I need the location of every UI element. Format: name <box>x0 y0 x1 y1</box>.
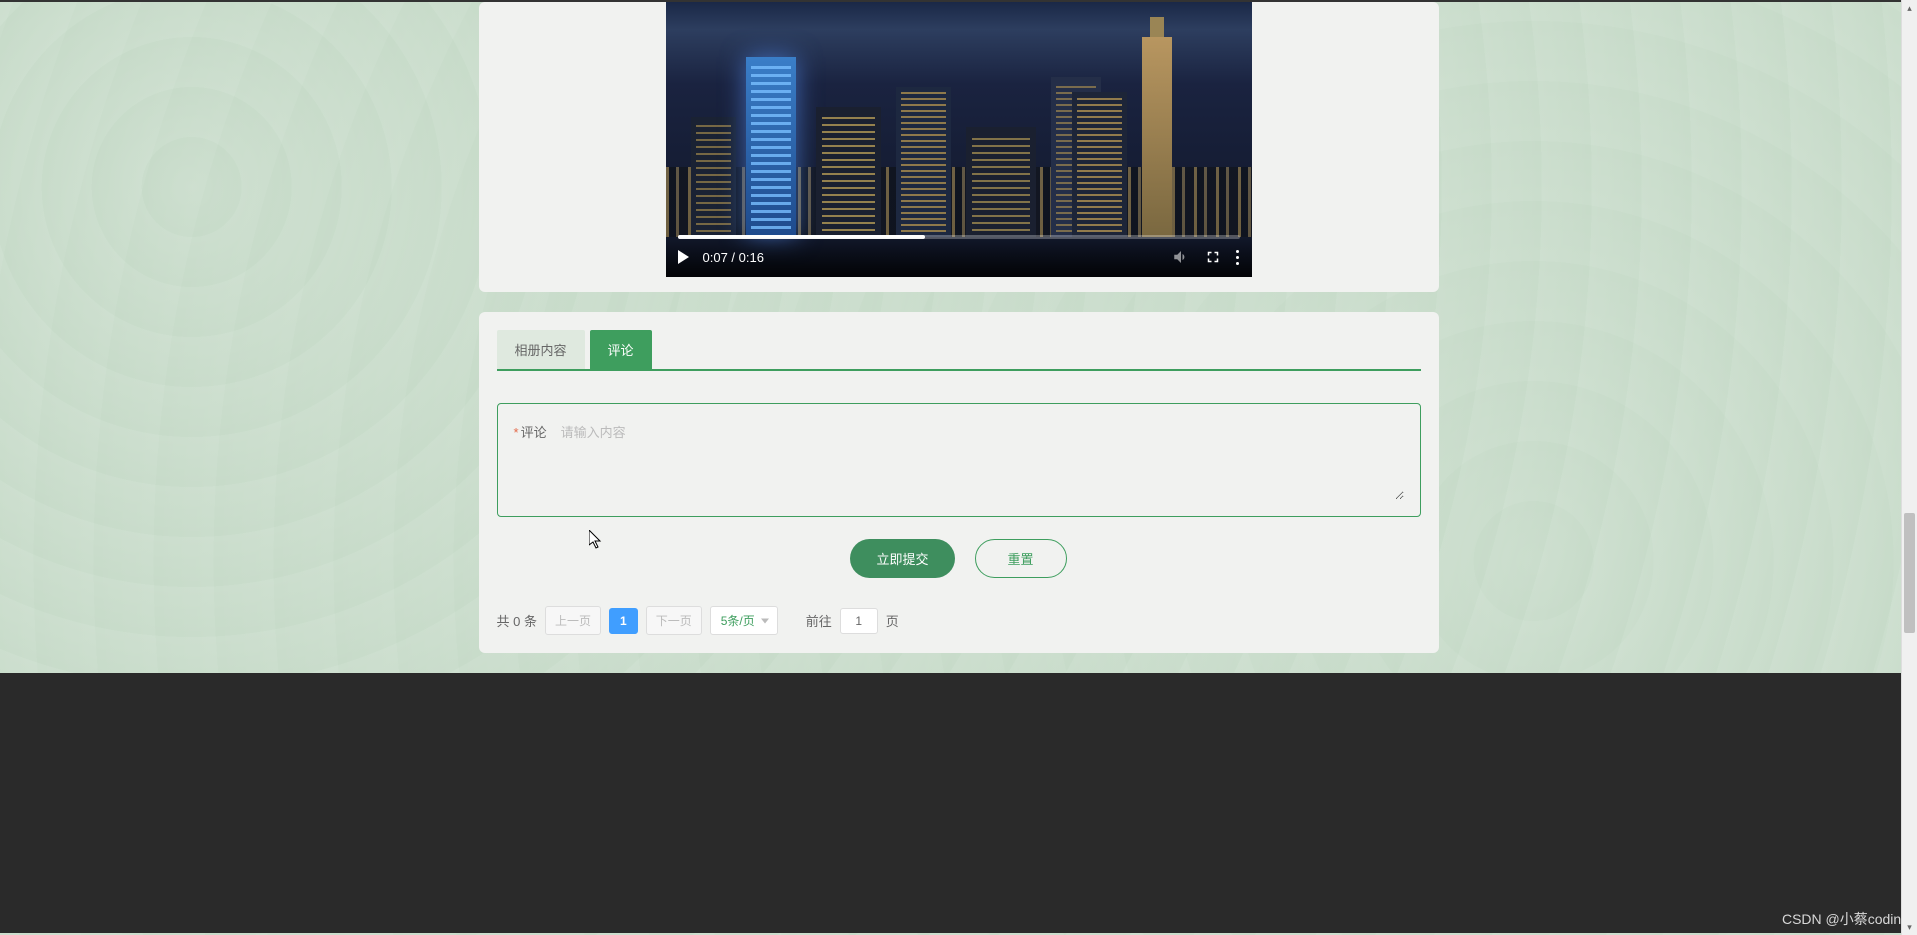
reset-button[interactable]: 重置 <box>975 539 1067 578</box>
page-number-button[interactable]: 1 <box>609 608 638 634</box>
footer <box>0 673 1917 933</box>
pagination-total: 共 0 条 <box>497 611 537 630</box>
volume-icon[interactable] <box>1172 248 1190 266</box>
tabs: 相册内容 评论 <box>497 330 1421 371</box>
tab-comment[interactable]: 评论 <box>590 330 652 369</box>
scroll-up-icon[interactable]: ▴ <box>1902 0 1917 16</box>
pagination: 共 0 条 上一页 1 下一页 5条/页 前往 页 <box>497 606 1421 635</box>
scroll-down-icon[interactable]: ▾ <box>1902 919 1917 935</box>
main-container: 0:07 / 0:16 相册内容 评论 *评论 立即提交 重置 <box>469 2 1449 653</box>
video-controls: 0:07 / 0:16 <box>666 237 1252 277</box>
prev-page-button[interactable]: 上一页 <box>545 606 601 635</box>
button-row: 立即提交 重置 <box>497 539 1421 578</box>
play-icon[interactable] <box>678 250 689 264</box>
next-page-button[interactable]: 下一页 <box>646 606 702 635</box>
submit-button[interactable]: 立即提交 <box>850 539 954 578</box>
jump-suffix: 页 <box>886 611 899 630</box>
comments-card: 相册内容 评论 *评论 立即提交 重置 共 0 条 上一页 1 下一页 5条/页… <box>479 312 1439 653</box>
fullscreen-icon[interactable] <box>1204 248 1222 266</box>
page-size-select[interactable]: 5条/页 <box>710 606 778 635</box>
video-card: 0:07 / 0:16 <box>479 2 1439 292</box>
comment-label: *评论 <box>514 420 547 441</box>
menu-icon[interactable] <box>1236 250 1240 265</box>
video-time: 0:07 / 0:16 <box>703 250 764 265</box>
video-player[interactable]: 0:07 / 0:16 <box>666 2 1252 277</box>
scrollbar-thumb[interactable] <box>1904 513 1915 633</box>
jump-page-input[interactable] <box>840 608 878 634</box>
jump-label: 前往 <box>806 611 832 630</box>
tab-album[interactable]: 相册内容 <box>497 330 585 369</box>
scrollbar[interactable]: ▴ ▾ <box>1901 0 1917 935</box>
comment-textarea[interactable] <box>561 420 1404 500</box>
comment-form: *评论 <box>497 403 1421 517</box>
